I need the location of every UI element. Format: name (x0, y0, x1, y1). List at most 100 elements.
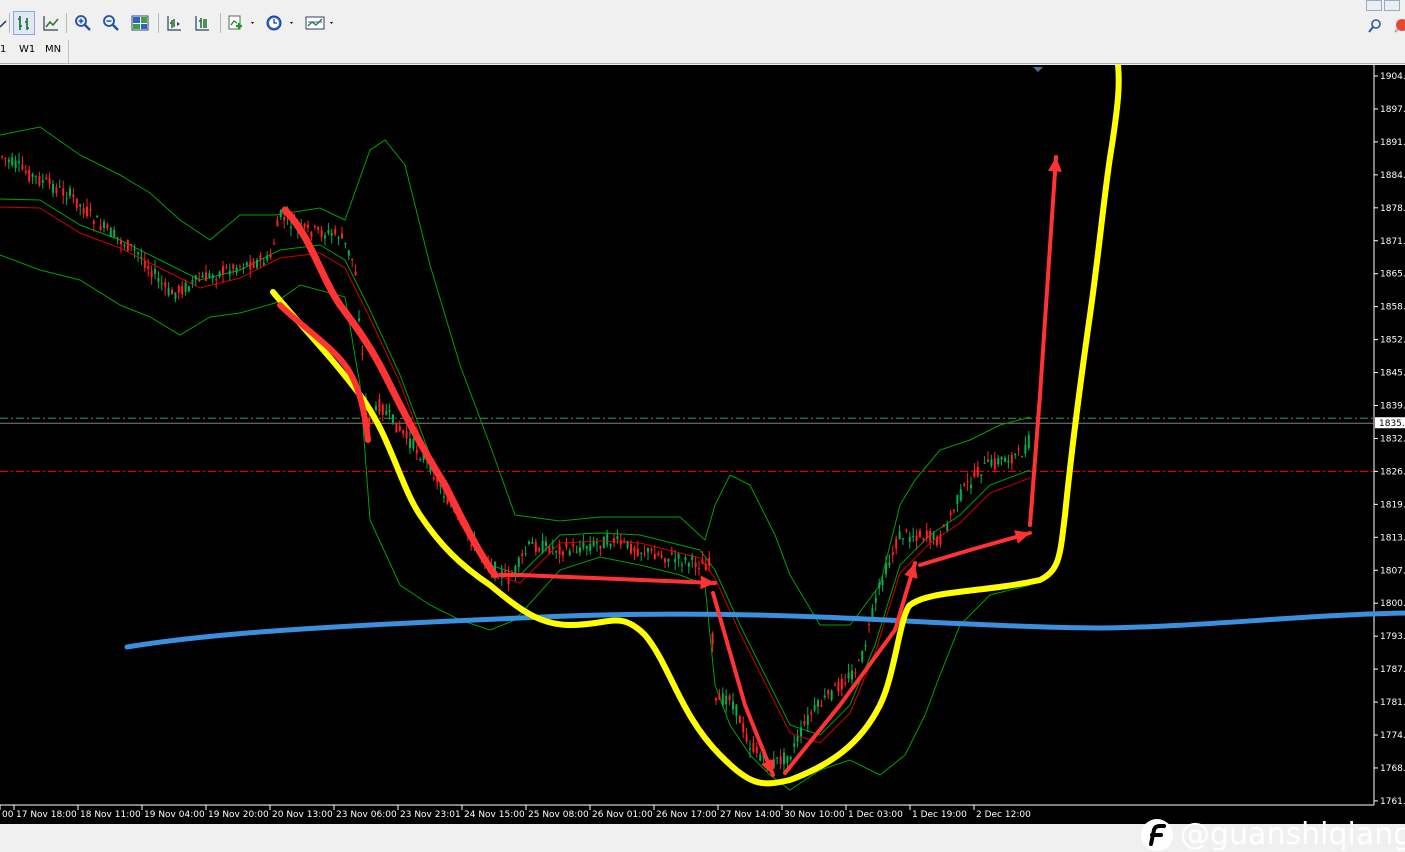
candle-body (164, 282, 167, 287)
candle-body (239, 265, 241, 267)
candle-body (89, 208, 92, 211)
candle-body (517, 557, 520, 567)
candle-body (997, 458, 1000, 465)
candle-body (1021, 456, 1023, 458)
clock-icon (266, 15, 293, 31)
candle-body (415, 449, 418, 454)
candle-body (38, 176, 41, 186)
candle-body (432, 477, 435, 480)
x-tick-label: 25 Nov 08:00 (528, 810, 589, 820)
timeframe-partial[interactable]: 1 (0, 44, 6, 55)
y-tick-label: 1884. (1380, 171, 1405, 181)
candle-body (344, 242, 347, 245)
candle-body (28, 169, 31, 182)
y-tick-label: 1852. (1380, 336, 1405, 346)
tile-windows-button[interactable] (129, 11, 151, 35)
candle-body (555, 550, 558, 553)
chart-line-icon (0, 20, 7, 28)
candle-body (582, 542, 585, 548)
timeframe-bar: 1 W1 MN (0, 40, 1405, 64)
candle-body (800, 727, 802, 737)
candle-body (99, 225, 102, 231)
candle-body (613, 538, 615, 544)
x-tick-label: 26 Nov 17:00 (656, 810, 717, 820)
search-icon (1368, 19, 1381, 33)
candle-body (616, 536, 619, 540)
candle-body (823, 695, 826, 698)
zoom-in-button[interactable] (72, 11, 94, 35)
candle-body (881, 580, 884, 586)
chat-button[interactable] (1392, 14, 1405, 38)
candlestick-button[interactable] (40, 11, 62, 35)
candle-body (664, 558, 666, 563)
y-tick-label: 1904. (1380, 72, 1405, 82)
window-restore-button[interactable] (1384, 0, 1400, 11)
x-tick-label: 20 Nov 13:00 (272, 810, 333, 820)
candle-body (864, 644, 867, 647)
candle-body (749, 748, 751, 750)
candle-body (861, 651, 864, 662)
window-minimize-button[interactable] (1366, 0, 1382, 11)
timeframe-mn[interactable]: MN (45, 44, 61, 55)
candle-body (976, 466, 979, 477)
x-tick-label: 30 Nov 10:00 (784, 810, 845, 820)
y-tick-label: 1819. (1380, 500, 1405, 510)
candle-body (534, 541, 537, 552)
candle-body (126, 239, 129, 252)
candle-body (103, 221, 105, 228)
candle-body (208, 273, 211, 277)
candle-body (55, 187, 58, 193)
candle-body (677, 553, 680, 559)
candle-body (62, 188, 65, 196)
candle-body (589, 543, 592, 551)
search-button[interactable] (1366, 14, 1384, 38)
candle-body (201, 275, 204, 278)
candle-body (269, 253, 272, 258)
candle-body (806, 715, 809, 726)
candle-body (1027, 434, 1030, 448)
candle-body (650, 548, 653, 551)
red-downtrend-stroke (281, 206, 499, 579)
red-down-arrow (711, 591, 775, 777)
y-tick-label: 1839. (1380, 402, 1405, 412)
candle-body (330, 233, 333, 236)
chart-shift-button[interactable] (163, 11, 185, 35)
candle-body (759, 754, 762, 761)
candle-body (721, 693, 724, 706)
price-chart[interactable]: 1904. 1897. 1891. 1884. 1878. 1871. 1865. 1858.… (0, 65, 1405, 824)
candle-body (242, 267, 245, 269)
candle-body (912, 536, 915, 538)
bar-chart-button[interactable] (13, 11, 35, 35)
candle-body (69, 188, 71, 196)
chart-shift-icon (167, 16, 181, 31)
line-chart-button[interactable] (0, 11, 8, 35)
candle-body (640, 552, 643, 554)
candle-body (837, 682, 840, 692)
candle-body (735, 704, 738, 716)
candle-body (334, 228, 337, 235)
candle-body (878, 582, 881, 588)
timeframe-w1[interactable]: W1 (19, 44, 35, 55)
candle-body (670, 552, 673, 555)
candle-body (963, 483, 966, 486)
candle-body (313, 225, 316, 227)
zoom-out-button[interactable] (100, 11, 122, 35)
candle-body (283, 217, 286, 221)
periods-button[interactable] (264, 11, 298, 35)
indicators-button[interactable] (226, 11, 258, 35)
candle-body (684, 557, 687, 561)
auto-scroll-button[interactable] (191, 11, 213, 35)
x-tick-label: 00 (2, 810, 14, 820)
candle-body (895, 538, 898, 549)
candle-body (545, 541, 547, 546)
candle-body (840, 679, 843, 690)
chart-window[interactable]: 1904. 1897. 1891. 1884. 1878. 1871. 1865. 1858.… (0, 65, 1405, 852)
candle-body (21, 164, 24, 170)
candle-body (834, 684, 836, 686)
candle-body (147, 265, 150, 269)
templates-button[interactable] (303, 11, 337, 35)
candle-body (970, 484, 972, 489)
x-tick-label: 2 Dec 12:00 (976, 810, 1031, 820)
candle-body (738, 715, 741, 724)
candle-body (844, 682, 847, 685)
